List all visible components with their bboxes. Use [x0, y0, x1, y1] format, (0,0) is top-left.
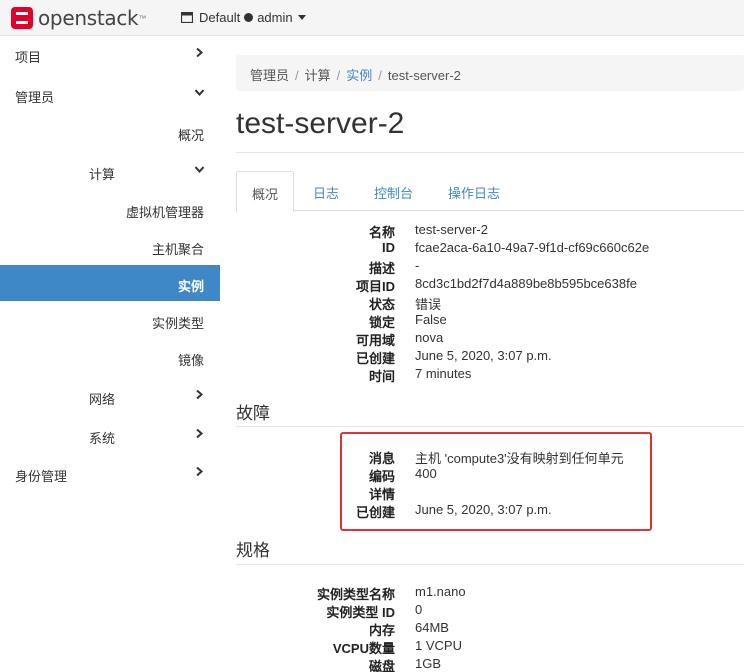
detail-key: 磁盘: [368, 659, 395, 672]
divider: [236, 564, 744, 565]
sidebar-item-flavors[interactable]: 实例类型: [0, 302, 220, 338]
chevron-down-icon: [195, 166, 204, 174]
detail-value: fcae2aca-6a10-49a7-9f1d-cf69c660c62e: [415, 240, 650, 255]
detail-key: 状态: [368, 297, 395, 312]
breadcrumb: 管理员 / 计算 / 实例 / test-server-2: [236, 55, 744, 91]
sidebar-item-label: 主机聚合: [151, 242, 204, 257]
page-title: test-server-2: [236, 107, 405, 140]
sidebar-item-hypervisors[interactable]: 虚拟机管理器: [0, 191, 220, 227]
brand-tm: ™: [138, 13, 147, 23]
divider: [236, 152, 744, 153]
sidebar-item-label: 计算: [89, 167, 116, 182]
breadcrumb-item: 管理员: [250, 68, 290, 83]
specs-section-title: 规格: [236, 541, 270, 560]
detail-key: 已创建: [355, 351, 395, 366]
sidebar-item-images[interactable]: 镜像: [0, 339, 220, 375]
fault-highlight-box: [340, 432, 652, 531]
sidebar-item-instances[interactable]: 实例: [0, 265, 220, 301]
project-icon: [181, 12, 193, 23]
chevron-right-icon: [196, 390, 204, 399]
breadcrumb-link-instances[interactable]: 实例: [346, 68, 372, 83]
detail-value: m1.nano: [415, 584, 466, 599]
sidebar-item-project[interactable]: 项目: [0, 36, 220, 72]
sidebar-item-label: 概况: [177, 128, 204, 143]
detail-key: VCPU数量: [332, 641, 395, 656]
detail-key: 锁定: [368, 315, 395, 330]
detail-value: 8cd3c1bd2f7d4a889be8b595bce638fe: [415, 276, 637, 291]
tab-bar: 概况 日志 控制台 操作日志: [236, 171, 744, 212]
tab-log[interactable]: 日志: [313, 171, 339, 211]
sidebar-item-label: 系统: [89, 431, 116, 446]
tab-action-log[interactable]: 操作日志: [448, 171, 500, 211]
sidebar-item-compute[interactable]: 计算: [0, 153, 220, 189]
sidebar-item-identity[interactable]: 身份管理: [0, 455, 220, 491]
chevron-right-icon: [196, 467, 204, 476]
top-bar: openstack ™ Default admin: [0, 0, 744, 36]
detail-value: test-server-2: [415, 222, 488, 237]
sidebar-item-label: 实例类型: [151, 316, 204, 331]
openstack-logo[interactable]: openstack ™: [10, 6, 146, 30]
detail-value: 1GB: [415, 656, 442, 671]
project-selector[interactable]: Default admin: [181, 10, 306, 25]
sidebar-item-overview[interactable]: 概况: [0, 114, 220, 150]
detail-key: 描述: [368, 261, 395, 276]
detail-key: 实例类型名称: [316, 587, 395, 602]
detail-value: 64MB: [415, 620, 449, 635]
detail-value: June 5, 2020, 3:07 p.m.: [415, 348, 552, 363]
detail-key: 时间: [368, 369, 395, 384]
openstack-logo-icon: [11, 7, 33, 29]
sidebar-item-host-aggregates[interactable]: 主机聚合: [0, 228, 220, 264]
sidebar-item-label: 管理员: [15, 90, 55, 105]
sidebar-item-system[interactable]: 系统: [0, 417, 220, 453]
chevron-right-icon: [196, 48, 204, 57]
tab-overview[interactable]: 概况: [236, 171, 295, 212]
breadcrumb-item: 计算: [304, 68, 331, 83]
project-label: Default: [199, 10, 241, 25]
detail-key: 实例类型 ID: [326, 605, 395, 620]
detail-value: 错误: [415, 297, 442, 312]
sidebar-item-network[interactable]: 网络: [0, 378, 220, 414]
sidebar-item-label: 网络: [89, 392, 116, 407]
chevron-right-icon: [196, 429, 204, 438]
breadcrumb-current: test-server-2: [387, 68, 461, 83]
detail-value: 7 minutes: [415, 366, 472, 381]
detail-value: 0: [415, 602, 423, 617]
tab-console[interactable]: 控制台: [374, 171, 413, 211]
sidebar-item-label: 实例: [177, 279, 204, 294]
sidebar-item-label: 身份管理: [15, 469, 68, 484]
detail-key: 名称: [368, 225, 395, 240]
detail-value: nova: [415, 330, 444, 345]
sidebar-item-label: 项目: [15, 50, 42, 65]
detail-key: 可用域: [355, 333, 395, 348]
sidebar: 项目 管理员 概况 计算 虚拟机管理器 主机聚合 实例 实例类型 镜像 网络 系…: [0, 36, 220, 672]
detail-value: 1 VCPU: [415, 638, 462, 653]
user-label: admin: [257, 10, 293, 25]
chevron-down-icon: [297, 15, 306, 20]
fault-section-title: 故障: [236, 404, 270, 423]
detail-key: 内存: [368, 623, 395, 638]
sidebar-item-admin[interactable]: 管理员: [0, 76, 220, 112]
sidebar-item-label: 镜像: [177, 353, 204, 368]
chevron-down-icon: [195, 89, 204, 97]
brand-name: openstack: [38, 6, 139, 30]
detail-key: ID: [382, 240, 395, 255]
sidebar-item-label: 虚拟机管理器: [125, 205, 204, 220]
detail-value: False: [415, 312, 447, 327]
detail-key: 项目ID: [355, 279, 395, 294]
divider: [236, 426, 744, 427]
separator-dot-icon: [244, 13, 254, 22]
detail-value: -: [415, 258, 420, 273]
